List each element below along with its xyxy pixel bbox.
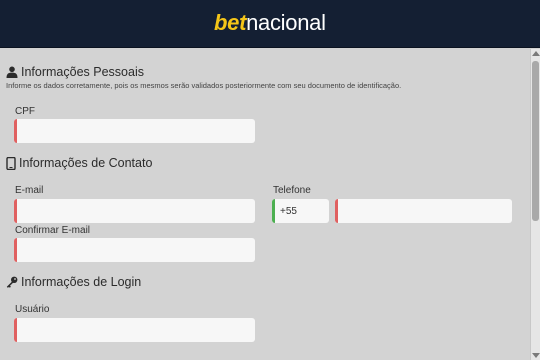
mobile-phone-icon <box>6 156 16 170</box>
confirm-email-input[interactable] <box>22 238 251 262</box>
personal-info-heading: Informações Pessoais <box>6 65 144 79</box>
contact-info-heading: Informações de Contato <box>6 156 152 170</box>
phone-country-code-field[interactable] <box>272 199 329 223</box>
login-info-title: Informações de Login <box>21 275 142 289</box>
scroll-down-arrow-icon[interactable] <box>532 353 540 358</box>
confirm-email-label: Confirmar E-mail <box>15 225 91 236</box>
betnacional-logo[interactable]: betnacional <box>214 9 326 37</box>
email-label: E-mail <box>15 185 44 196</box>
personal-info-title: Informações Pessoais <box>21 65 144 79</box>
login-info-heading: Informações de Login <box>6 275 141 289</box>
user-icon <box>6 66 18 78</box>
key-icon <box>6 276 18 288</box>
registration-form: Informações Pessoais Informe os dados co… <box>0 49 530 360</box>
personal-info-helper-text: Informe os dados corretamente, pois os m… <box>6 81 402 90</box>
username-input[interactable] <box>22 318 251 342</box>
cpf-input[interactable] <box>22 119 251 143</box>
app-header: betnacional <box>0 0 540 48</box>
scroll-up-arrow-icon[interactable] <box>532 51 540 56</box>
phone-country-code-input[interactable] <box>280 199 325 223</box>
phone-number-input[interactable] <box>343 199 508 223</box>
username-label: Usuário <box>15 304 50 315</box>
contact-info-title: Informações de Contato <box>19 156 153 170</box>
username-field[interactable] <box>14 318 255 342</box>
email-field[interactable] <box>14 199 255 223</box>
cpf-label: CPF <box>15 106 35 117</box>
phone-number-field[interactable] <box>335 199 512 223</box>
phone-label: Telefone <box>273 185 311 196</box>
scrollbar-thumb[interactable] <box>532 61 539 221</box>
email-input[interactable] <box>22 199 251 223</box>
vertical-scrollbar[interactable] <box>530 49 540 360</box>
confirm-email-field[interactable] <box>14 238 255 262</box>
cpf-field[interactable] <box>14 119 255 143</box>
